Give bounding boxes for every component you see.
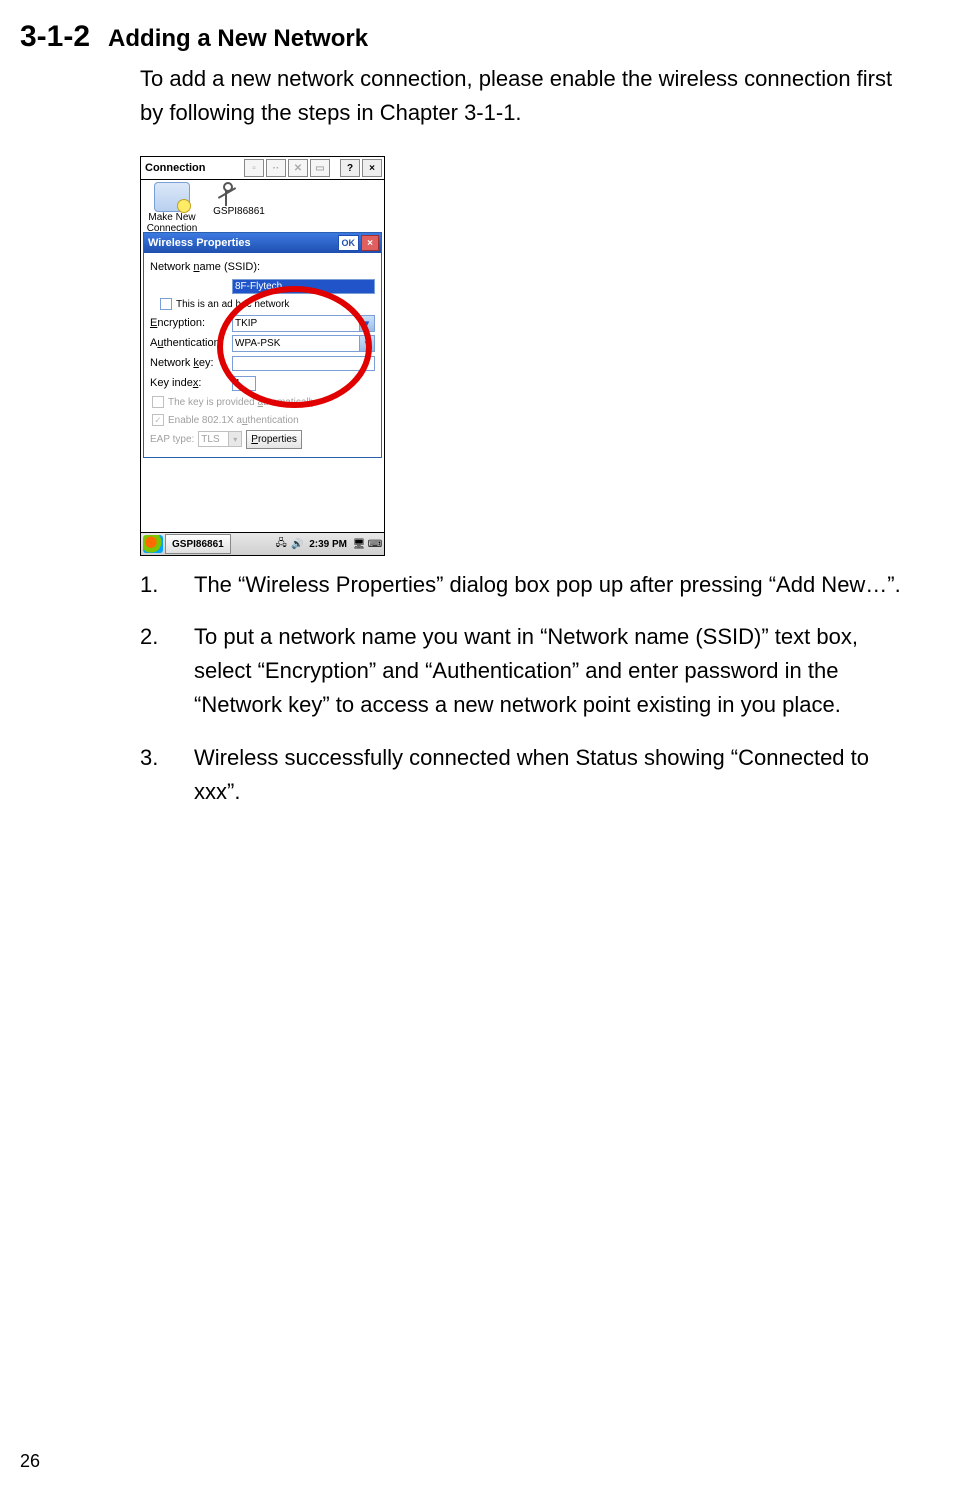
encryption-combo[interactable]: TKIP ▼ [232,315,375,332]
ssid-input[interactable]: 8F-Flytech [232,279,375,294]
eap-value: TLS [201,434,219,445]
adhoc-checkbox[interactable] [160,298,172,310]
list-item: 2. To put a network name you want in “Ne… [140,620,918,722]
auth-row: Authentication: WPA-PSK ▼ [150,333,375,353]
netkey-label: Network key: [150,357,228,369]
chevron-down-icon: ▾ [228,432,241,446]
taskbar-task[interactable]: GSPI86861 [165,534,231,554]
eap-label: EAP type: [150,434,194,445]
auth-label: Authentication: [150,337,228,349]
8021x-checkbox: ✓ [152,414,164,426]
titlebar-icon-4[interactable]: ▭ [310,159,330,177]
gspi-connection[interactable]: GSPI86861 [209,182,269,217]
netkey-input[interactable] [232,356,375,371]
page: 3-1-2 Adding a New Network To add a new … [0,0,958,1480]
list-number: 2. [140,620,170,722]
make-new-icon [154,182,190,212]
ssid-label: Network name (SSID): [150,261,260,273]
screenshot: Connection ▫ ·· ✕ ▭ ? × Make New Connect… [140,156,918,556]
connection-title: Connection [143,162,242,174]
page-number: 26 [20,1451,40,1472]
autokey-checkbox [152,396,164,408]
titlebar-icon-1[interactable]: ▫ [244,159,264,177]
taskbar: GSPI86861 🖧 🔊 2:39 PM 🖥 ⌨ [141,532,384,555]
tray-keyboard-icon[interactable]: ⌨ [368,537,382,551]
keyidx-input[interactable]: 1 [232,376,256,391]
wp-title: Wireless Properties [146,237,338,249]
gspi-label: GSPI86861 [209,206,269,217]
intro-text: To add a new network connection, please … [140,62,918,130]
list-number: 3. [140,741,170,809]
encryption-label: Encryption: [150,317,228,329]
section-number: 3-1-2 [20,20,90,54]
chevron-down-icon: ▼ [359,336,374,351]
netkey-row: Network key: [150,353,375,373]
help-icon[interactable]: ? [340,159,360,177]
ssid-input-row: 8F-Flytech [150,277,375,295]
list-text: The “Wireless Properties” dialog box pop… [194,568,918,602]
connection-window: Connection ▫ ·· ✕ ▭ ? × Make New Connect… [140,156,385,556]
auth-combo[interactable]: WPA-PSK ▼ [232,335,375,352]
titlebar-icon-2[interactable]: ·· [266,159,286,177]
tray: 🖧 🔊 2:39 PM 🖥 ⌨ [272,535,384,553]
list-number: 1. [140,568,170,602]
wp-titlebar: Wireless Properties OK × [144,233,381,253]
8021x-row: ✓ Enable 802.1X authentication [152,411,375,429]
list-item: 3. Wireless successfully connected when … [140,741,918,809]
make-new-connection[interactable]: Make New Connection [145,182,199,234]
adhoc-label: This is an ad hoc network [176,299,289,310]
keyidx-row: Key index: 1 [150,373,375,393]
autokey-label: The key is provided automatically [168,397,316,408]
eap-row: EAP type: TLS ▾ Properties [150,429,375,449]
wireless-icon [225,184,253,206]
close-icon[interactable]: × [362,159,382,177]
tray-desktop-icon[interactable]: 🖥 [352,537,366,551]
encryption-row: Encryption: TKIP ▼ [150,313,375,333]
blank-area [141,458,384,532]
clock: 2:39 PM [306,539,350,550]
start-icon[interactable] [143,535,163,553]
properties-button[interactable]: Properties [246,430,302,449]
eap-combo: TLS ▾ [198,431,242,447]
make-new-label: Make New Connection [145,213,199,234]
tray-network-icon[interactable]: 🖧 [274,537,288,551]
dialog-close-icon[interactable]: × [361,235,379,251]
list-text: To put a network name you want in “Netwo… [194,620,918,722]
auth-value: WPA-PSK [235,338,280,349]
autokey-row: The key is provided automatically [152,393,375,411]
ok-button[interactable]: OK [338,235,360,251]
ssid-row: Network name (SSID): [150,257,375,277]
wireless-properties-dialog: Wireless Properties OK × Network name (S… [143,232,382,458]
list-text: Wireless successfully connected when Sta… [194,741,918,809]
wp-body: Network name (SSID): 8F-Flytech This is … [144,253,381,457]
section-heading: 3-1-2 Adding a New Network [20,20,918,54]
tray-volume-icon[interactable]: 🔊 [290,537,304,551]
chevron-down-icon: ▼ [359,316,374,331]
keyidx-label: Key index: [150,377,228,389]
8021x-label: Enable 802.1X authentication [168,415,299,426]
section-title: Adding a New Network [108,25,368,53]
connection-toolbar: Make New Connection GSPI86861 [141,180,384,232]
list-item: 1. The “Wireless Properties” dialog box … [140,568,918,602]
adhoc-row[interactable]: This is an ad hoc network [160,295,375,313]
titlebar-icon-3[interactable]: ✕ [288,159,308,177]
instruction-list: 1. The “Wireless Properties” dialog box … [140,568,918,809]
encryption-value: TKIP [235,318,257,329]
connection-titlebar: Connection ▫ ·· ✕ ▭ ? × [141,157,384,180]
dialog-area: Wireless Properties OK × Network name (S… [141,232,384,458]
